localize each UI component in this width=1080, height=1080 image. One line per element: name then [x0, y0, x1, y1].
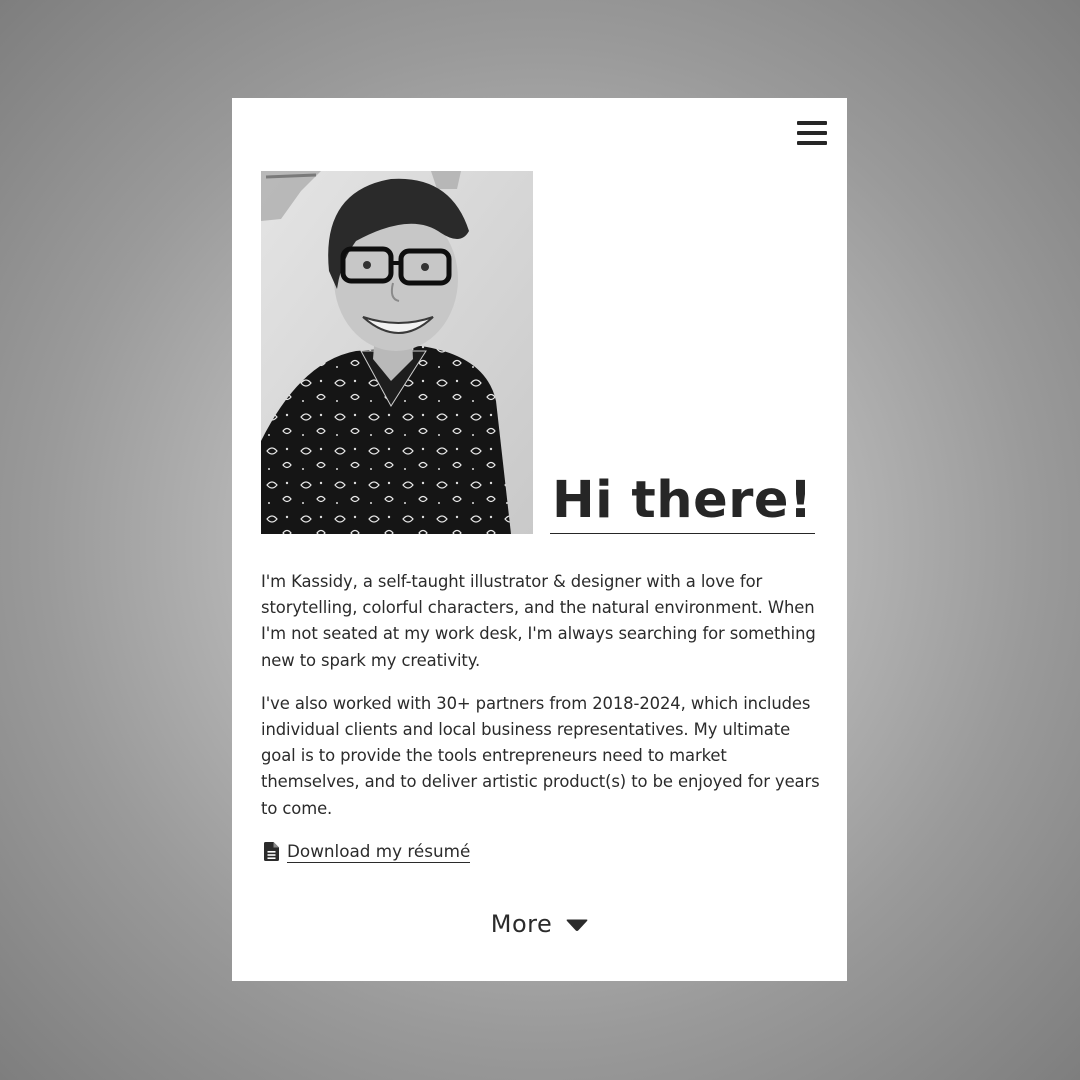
page-title: Hi there! — [550, 470, 815, 534]
menu-line — [797, 131, 827, 135]
bio-paragraph-2: I've also worked with 30+ partners from … — [261, 693, 820, 818]
bio-paragraph-1: I'm Kassidy, a self-taught illustrator &… — [261, 572, 816, 670]
bio-text: I'm Kassidy, a self-taught illustrator &… — [261, 569, 821, 839]
portrait-photo — [261, 171, 533, 534]
hamburger-menu-icon[interactable] — [797, 120, 827, 146]
more-button[interactable]: More — [232, 910, 847, 938]
profile-card: Hi there! I'm Kassidy, a self-taught ill… — [232, 98, 847, 981]
menu-line — [797, 121, 827, 125]
more-label: More — [490, 910, 553, 938]
menu-line — [797, 141, 827, 145]
file-document-icon — [264, 842, 279, 861]
caret-down-icon — [566, 919, 588, 932]
download-resume-link[interactable]: Download my résumé — [264, 840, 471, 863]
download-resume-label: Download my résumé — [287, 841, 471, 863]
